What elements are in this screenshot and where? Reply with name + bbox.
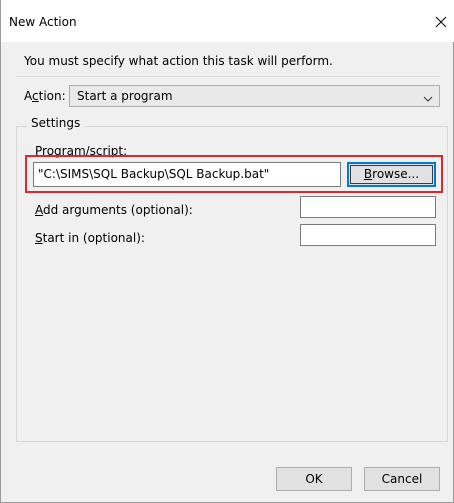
add-arguments-label: Add arguments (optional): <box>35 203 193 217</box>
action-selected-value: Start a program <box>77 89 173 103</box>
settings-legend: Settings <box>27 116 85 130</box>
chevron-down-icon <box>423 92 433 106</box>
cancel-button[interactable]: Cancel <box>364 467 440 491</box>
ok-button[interactable]: OK <box>276 467 352 491</box>
browse-button[interactable]: Browse... <box>347 162 436 187</box>
action-label: Action: <box>24 89 66 103</box>
start-in-input[interactable] <box>300 224 436 246</box>
window-title: New Action <box>9 15 77 29</box>
instruction-text: You must specify what action this task w… <box>24 54 333 68</box>
start-in-label: Start in (optional): <box>35 231 145 245</box>
title-bar: New Action <box>1 0 454 42</box>
add-arguments-input[interactable] <box>300 196 436 218</box>
action-dropdown[interactable]: Start a program <box>69 85 440 107</box>
program-script-input[interactable]: "C:\SIMS\SQL Backup\SQL Backup.bat" <box>33 162 341 187</box>
separator <box>16 76 440 77</box>
new-action-dialog: New Action You must specify what action … <box>0 0 454 503</box>
close-icon[interactable] <box>433 14 449 30</box>
